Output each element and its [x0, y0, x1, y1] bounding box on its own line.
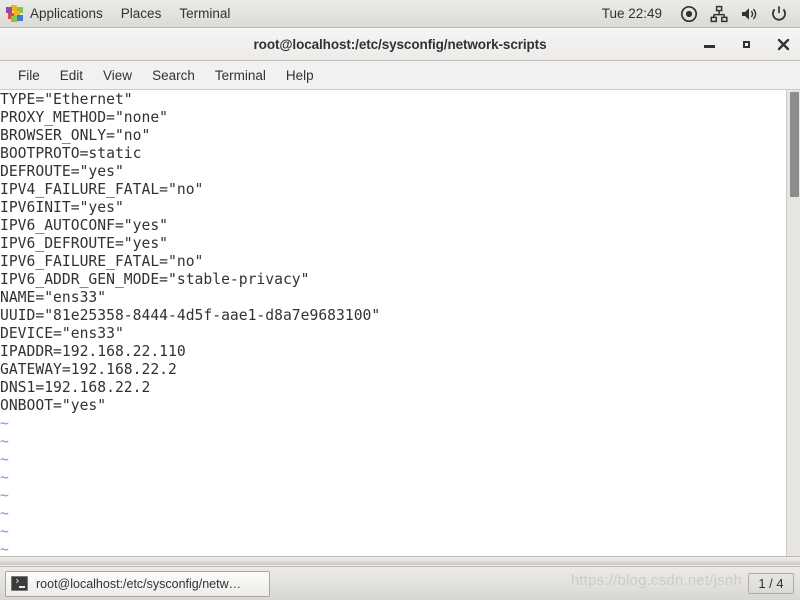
- terminal-line: IPV6_FAILURE_FATAL="no": [0, 253, 204, 270]
- terminal-empty-line-marker: ~: [0, 451, 9, 468]
- taskbar-window-label: root@localhost:/etc/sysconfig/netw…: [36, 576, 242, 591]
- network-icon[interactable]: [710, 5, 728, 23]
- terminal-line: DEFROUTE="yes": [0, 163, 124, 180]
- terminal-line: PROXY_METHOD="none": [0, 109, 169, 126]
- maximize-button[interactable]: [738, 36, 755, 53]
- volume-icon[interactable]: [740, 5, 758, 23]
- menu-view[interactable]: View: [93, 65, 142, 86]
- taskbar-window-button[interactable]: root@localhost:/etc/sysconfig/netw…: [5, 570, 270, 597]
- terminal-empty-line-marker: ~: [0, 523, 9, 540]
- terminal-line: BOOTPROTO=static: [0, 145, 142, 162]
- watermark-text: https://blog.csdn.net/jsnh: [570, 572, 742, 589]
- system-tray: Tue 22:49: [602, 5, 800, 23]
- applications-label: Applications: [30, 6, 103, 21]
- applications-menu[interactable]: Applications: [0, 0, 112, 28]
- terminal-scrollbar[interactable]: [786, 90, 800, 565]
- terminal-line: TYPE="Ethernet": [0, 91, 133, 108]
- terminal-line: UUID="81e25358-8444-4d5f-aae1-d8a7e96831…: [0, 307, 381, 324]
- window-titlebar[interactable]: root@localhost:/etc/sysconfig/network-sc…: [0, 28, 800, 61]
- terminal-line: IPV6_AUTOCONF="yes": [0, 217, 169, 234]
- terminal-app-label: Terminal: [179, 6, 231, 21]
- terminal-icon: [11, 574, 28, 591]
- terminal-empty-line-marker: ~: [0, 433, 9, 450]
- menubar: File Edit View Search Terminal Help: [0, 61, 800, 90]
- menu-search[interactable]: Search: [142, 65, 205, 86]
- terminal-line: NAME="ens33": [0, 289, 107, 306]
- window-title: root@localhost:/etc/sysconfig/network-sc…: [253, 36, 547, 52]
- terminal-menu[interactable]: Terminal: [170, 0, 239, 28]
- terminal-line: DEVICE="ens33": [0, 325, 124, 342]
- terminal-line: IPV6_ADDR_GEN_MODE="stable-privacy": [0, 271, 310, 288]
- terminal-line: IPV6INIT="yes": [0, 199, 124, 216]
- close-button[interactable]: [775, 36, 792, 53]
- menu-help[interactable]: Help: [276, 65, 324, 86]
- terminal-text-buffer[interactable]: TYPE="Ethernet" PROXY_METHOD="none" BROWSE…: [0, 90, 786, 565]
- menu-file[interactable]: File: [8, 65, 50, 86]
- top-panel: Applications Places Terminal Tue 22:49: [0, 0, 800, 28]
- terminal-line: IPV6_DEFROUTE="yes": [0, 235, 169, 252]
- terminal-empty-line-marker: ~: [0, 505, 9, 522]
- location-icon[interactable]: [680, 5, 698, 23]
- terminal-line: DNS1=192.168.22.2: [0, 379, 151, 396]
- places-menu[interactable]: Places: [112, 0, 171, 28]
- terminal-line: IPV4_FAILURE_FATAL="no": [0, 181, 204, 198]
- window-controls: [701, 28, 792, 61]
- workspace-switcher[interactable]: 1 / 4: [748, 573, 794, 594]
- applications-pinwheel-icon: [6, 5, 23, 22]
- terminal-empty-line-marker: ~: [0, 469, 9, 486]
- terminal-empty-line-marker: ~: [0, 415, 9, 432]
- menu-terminal[interactable]: Terminal: [205, 65, 276, 86]
- desktop-screen: Applications Places Terminal Tue 22:49 r…: [0, 0, 800, 600]
- places-label: Places: [120, 6, 162, 21]
- terminal-line: ONBOOT="yes": [0, 397, 107, 414]
- terminal-window: root@localhost:/etc/sysconfig/network-sc…: [0, 28, 800, 566]
- scrollbar-thumb[interactable]: [790, 92, 799, 197]
- clock[interactable]: Tue 22:49: [602, 6, 662, 21]
- menu-edit[interactable]: Edit: [50, 65, 93, 86]
- terminal-empty-line-marker: ~: [0, 487, 9, 504]
- minimize-button[interactable]: [701, 36, 718, 53]
- terminal-line: BROWSER_ONLY="no": [0, 127, 151, 144]
- power-icon[interactable]: [770, 5, 788, 23]
- terminal-area: TYPE="Ethernet" PROXY_METHOD="none" BROWSE…: [0, 90, 800, 565]
- window-bottom-edge: [0, 556, 800, 565]
- terminal-line: IPADDR=192.168.22.110: [0, 343, 186, 360]
- terminal-line: GATEWAY=192.168.22.2: [0, 361, 177, 378]
